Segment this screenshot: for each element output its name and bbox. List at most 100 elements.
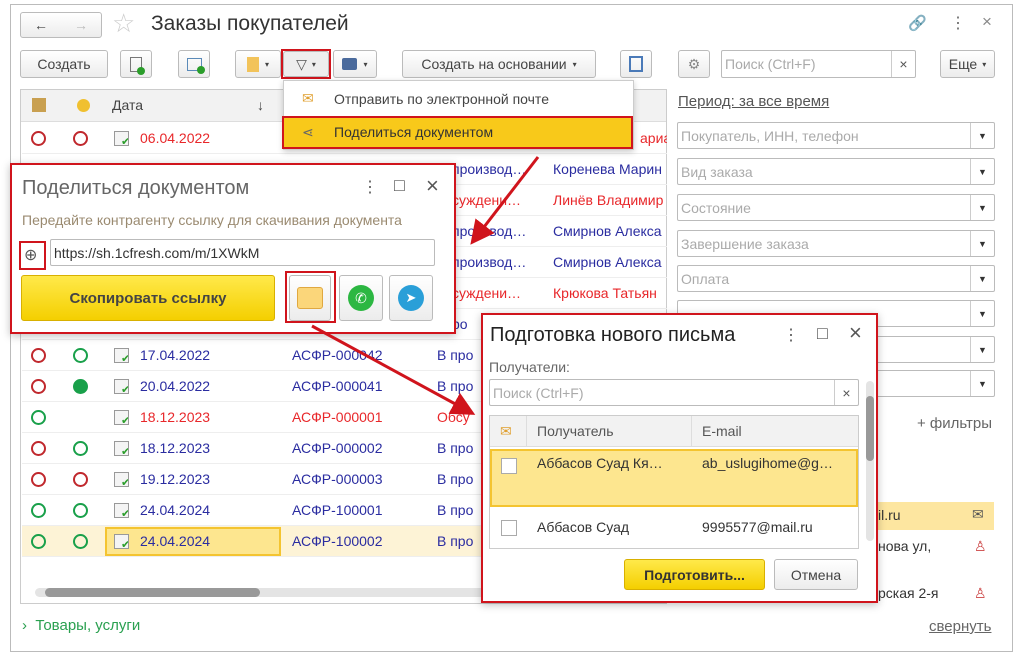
vertical-scrollbar[interactable]: [866, 381, 874, 541]
recipient-email: 9995577@mail.ru: [702, 519, 813, 535]
collapse-link[interactable]: свернуть: [929, 618, 991, 635]
back-button[interactable]: ←: [34, 17, 48, 33]
cell-customer: Крюкова Татьян: [553, 285, 657, 301]
recipient-row[interactable]: Аббасов Суад 9995577@mail.ru: [490, 512, 858, 548]
link-icon[interactable]: 🔗: [908, 14, 927, 32]
column-date[interactable]: Дата: [112, 97, 143, 113]
add-document-button[interactable]: [120, 50, 152, 78]
highlight-box: [281, 49, 331, 79]
dropdown-arrow-icon[interactable]: ▼: [970, 266, 994, 291]
scrollbar-thumb[interactable]: [45, 588, 260, 597]
more-icon[interactable]: ⋮: [783, 325, 799, 345]
recipient-row[interactable]: Аббасов Суад Кя… ab_uslugihome@g…: [490, 449, 858, 507]
payment-column-icon: [77, 99, 90, 112]
sort-icon[interactable]: ↓: [257, 97, 264, 113]
status-circle-icon: [31, 503, 46, 518]
dropdown-arrow-icon[interactable]: ▼: [970, 195, 994, 220]
cell-status: производ…: [452, 161, 527, 177]
report-icon: [246, 56, 259, 72]
person-icon: ♙: [974, 585, 987, 601]
dropdown-arrow-icon[interactable]: ▼: [970, 371, 994, 396]
favorite-star-icon[interactable]: ☆: [112, 8, 135, 39]
column-recipient[interactable]: Получатель: [537, 423, 614, 439]
recipients-search-input[interactable]: Поиск (Ctrl+F) ×: [489, 379, 859, 406]
more-filters-link[interactable]: + фильтры: [917, 415, 992, 432]
dropdown-arrow-icon[interactable]: ▼: [970, 123, 994, 148]
share-url-field[interactable]: https://sh.1cfresh.com/m/1XWkM: [50, 239, 435, 266]
filter-field[interactable]: Покупатель, ИНН, телефон ▼: [677, 122, 995, 149]
dropdown-arrow-icon[interactable]: ▼: [970, 337, 994, 362]
recipient-checkbox[interactable]: [501, 458, 517, 474]
cell-date: 19.12.2023: [140, 471, 211, 487]
recipient-checkbox[interactable]: [501, 520, 517, 536]
share-whatsapp-button[interactable]: ✆: [339, 275, 383, 321]
recipients-label: Получатели:: [489, 359, 570, 375]
scrollbar-thumb[interactable]: [866, 396, 874, 461]
more-button[interactable]: Еще ▾: [940, 50, 995, 78]
filter-placeholder: Оплата: [681, 270, 730, 287]
filter-field[interactable]: Вид заказа ▼: [677, 158, 995, 185]
more-icon[interactable]: ⋮: [362, 177, 378, 197]
maximize-icon[interactable]: □: [394, 175, 405, 196]
structure-button[interactable]: [620, 50, 652, 78]
dropdown-arrow-icon[interactable]: ▼: [970, 159, 994, 184]
contact-email: il.ru: [878, 507, 901, 523]
status-circle-icon: [31, 410, 46, 425]
close-icon[interactable]: ×: [982, 12, 992, 32]
forward-button[interactable]: →: [74, 17, 88, 33]
regenerate-link-button[interactable]: ⊕: [19, 241, 46, 270]
prepare-button[interactable]: Подготовить...: [624, 559, 765, 590]
create-based-on-button[interactable]: Создать на основании ▾: [402, 50, 596, 78]
cell-date: 24.04.2024: [140, 502, 211, 518]
posted-document-icon: [114, 410, 129, 425]
cancel-button[interactable]: Отмена: [774, 559, 858, 590]
more-icon[interactable]: ⋮: [950, 13, 966, 33]
highlight-box: [285, 271, 336, 323]
search-clear-button[interactable]: ×: [834, 380, 858, 405]
cell-customer: Коренева Марин: [553, 161, 662, 177]
cell-number: АСФР-000041: [292, 378, 383, 394]
period-link[interactable]: Период: за все время: [678, 93, 829, 110]
column-email[interactable]: E-mail: [702, 423, 742, 439]
filter-field[interactable]: Оплата ▼: [677, 265, 995, 292]
envelope-icon: ✉: [972, 506, 984, 522]
add-document-icon: [130, 56, 145, 75]
globe-refresh-icon: ⊕: [24, 247, 38, 264]
search-input[interactable]: Поиск (Ctrl+F) ×: [721, 50, 916, 78]
close-icon[interactable]: ×: [426, 173, 439, 199]
cell-customer: ариа: [640, 130, 667, 146]
status-circle-icon: [73, 534, 88, 549]
menu-item-send-email[interactable]: ✉ Отправить по электронной почте: [284, 84, 633, 114]
print-menu-button[interactable]: ▾: [333, 50, 377, 78]
add-from-template-button[interactable]: [178, 50, 210, 78]
dialog-title: Поделиться документом: [22, 177, 250, 199]
report-menu-button[interactable]: ▾: [235, 50, 281, 78]
status-circle-icon: [73, 348, 88, 363]
status-circle-icon: [73, 441, 88, 456]
posted-document-icon: [114, 534, 129, 549]
shipment-column-icon: [32, 98, 46, 112]
recipient-name: Аббасов Суад: [537, 519, 630, 535]
envelope-icon: ✉: [302, 90, 314, 106]
cell-customer: Линёв Владимир: [553, 192, 664, 208]
recipient-email: ab_uslugihome@g…: [702, 455, 833, 471]
status-circle-icon: [31, 379, 46, 394]
dropdown-arrow-icon[interactable]: ▼: [970, 301, 994, 326]
cell-date: 17.04.2022: [140, 347, 211, 363]
create-button[interactable]: Создать: [20, 50, 108, 78]
goods-section-toggle[interactable]: › Товары, услуги: [22, 617, 140, 634]
copy-link-button[interactable]: Скопировать ссылку: [21, 275, 275, 321]
maximize-icon[interactable]: □: [817, 323, 828, 344]
filter-field[interactable]: Завершение заказа ▼: [677, 230, 995, 257]
recipients-table: ✉ Получатель E-mail Аббасов Суад Кя… ab_…: [489, 415, 859, 549]
cell-date: 06.04.2022: [140, 130, 211, 146]
dropdown-arrow-icon[interactable]: ▼: [970, 231, 994, 256]
structure-icon: [629, 56, 643, 72]
share-telegram-button[interactable]: ➤: [389, 275, 433, 321]
menu-item-share-document[interactable]: ⋖ Поделиться документом: [282, 116, 633, 149]
filter-field[interactable]: Состояние ▼: [677, 194, 995, 221]
search-clear-button[interactable]: ×: [891, 51, 915, 77]
close-icon[interactable]: ×: [849, 320, 862, 346]
settings-button[interactable]: ⚙: [678, 50, 710, 78]
posted-document-icon: [114, 131, 129, 146]
